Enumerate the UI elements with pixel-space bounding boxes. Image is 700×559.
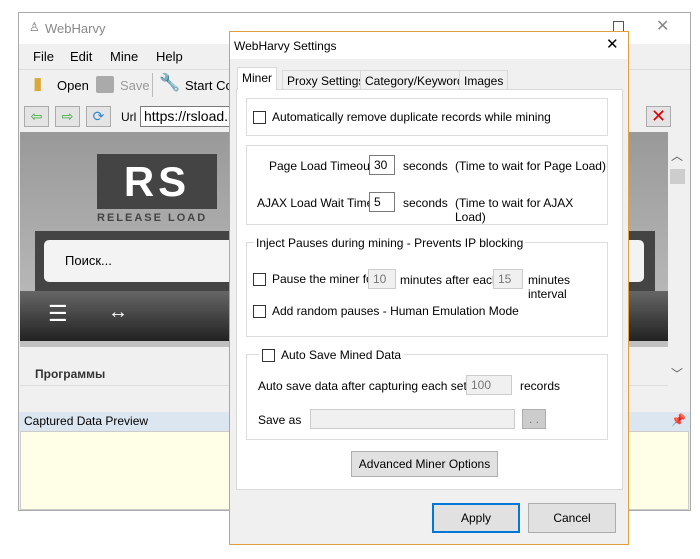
url-label: Url — [121, 110, 137, 124]
url-input[interactable]: https://rsload.n — [140, 106, 240, 127]
save-button[interactable]: Save — [120, 78, 150, 93]
settings-dialog: WebHarvy Settings ✕ Miner Proxy Settings… — [229, 31, 629, 545]
refresh-button[interactable]: ⟳ — [86, 106, 111, 127]
records-label: records — [520, 379, 561, 393]
timeouts-group: Page Load Timeout 30 seconds (Time to wa… — [246, 145, 608, 225]
random-pauses-checkbox[interactable]: Add random pauses - Human Emulation Mode — [253, 304, 519, 319]
autosave-count-label: Auto save data after capturing each set … — [258, 379, 481, 393]
dialog-title-bar: WebHarvy Settings ✕ — [230, 32, 628, 59]
pauses-group-title: Inject Pauses during mining - Prevents I… — [254, 236, 526, 250]
toolbar-separator — [152, 73, 153, 97]
tab-category-keyword[interactable]: Category/Keyword — [360, 70, 469, 90]
seconds-label: seconds — [403, 196, 448, 210]
after-each-label: minutes after each — [400, 273, 499, 287]
apply-button[interactable]: Apply — [432, 503, 520, 533]
ajax-label: AJAX Load Wait Time — [257, 196, 374, 210]
ajax-input[interactable]: 5 — [369, 192, 395, 212]
section-heading[interactable]: Программы — [35, 367, 105, 381]
wrench-icon: 🔧 — [159, 73, 181, 92]
save-as-input[interactable] — [310, 409, 515, 429]
random-pauses-label: Add random pauses - Human Emulation Mode — [272, 304, 519, 318]
scroll-down-icon[interactable]: ﹀ — [671, 365, 683, 382]
start-config-button[interactable]: Start Co — [185, 78, 233, 93]
ajax-hint: (Time to wait for AJAX Load) — [455, 196, 574, 224]
app-icon: ♙ — [29, 20, 40, 34]
folder-icon: ▮ — [33, 74, 43, 93]
tab-miner[interactable]: Miner — [237, 67, 278, 90]
menu-mine[interactable]: Mine — [110, 49, 138, 64]
close-button[interactable]: ✕ — [656, 16, 669, 36]
page-load-label: Page Load Timeout — [269, 159, 374, 173]
stop-button[interactable]: ✕ — [646, 106, 671, 127]
save-as-label: Save as — [258, 413, 302, 427]
site-logo: RS — [97, 154, 217, 209]
window-title: WebHarvy — [45, 21, 106, 36]
scroll-up-icon[interactable]: ︿ — [671, 147, 683, 164]
save-icon — [96, 76, 114, 93]
miner-tab-panel: Automatically remove duplicate records w… — [236, 89, 623, 490]
scroll-thumb[interactable] — [670, 169, 685, 184]
forward-button[interactable]: ⇨ — [55, 106, 80, 127]
menu-file[interactable]: File — [33, 49, 54, 64]
open-button[interactable]: Open — [57, 78, 89, 93]
advanced-miner-options-button[interactable]: Advanced Miner Options — [351, 451, 498, 477]
page-load-input[interactable]: 30 — [369, 155, 395, 175]
dialog-close-button[interactable]: ✕ — [606, 35, 619, 53]
vertical-scrollbar[interactable]: ︿ ﹀ — [668, 143, 687, 409]
cancel-button[interactable]: Cancel — [528, 503, 616, 533]
duplicates-group: Automatically remove duplicate records w… — [246, 98, 608, 136]
hamburger-icon[interactable]: ☰ — [48, 301, 68, 327]
tab-proxy-settings[interactable]: Proxy Settings — [282, 70, 370, 90]
menu-help[interactable]: Help — [156, 49, 183, 64]
back-button[interactable]: ⇦ — [24, 106, 49, 127]
pauses-group: Inject Pauses during mining - Prevents I… — [246, 236, 608, 337]
interval-minutes-input[interactable]: 15 — [493, 269, 523, 289]
pause-miner-label: Pause the miner for — [272, 272, 377, 286]
remove-duplicates-checkbox[interactable]: Automatically remove duplicate records w… — [253, 110, 551, 125]
seconds-label: seconds — [403, 159, 448, 173]
autosave-checkbox[interactable]: Auto Save Mined Data — [259, 348, 405, 363]
autosave-group: Auto Save Mined Data Auto save data afte… — [246, 348, 608, 440]
site-logo-subtitle: RELEASE LOAD — [97, 212, 208, 224]
interval-label: minutes interval — [528, 273, 571, 301]
pause-minutes-input[interactable]: 10 — [368, 269, 396, 289]
page-load-hint: (Time to wait for Page Load) — [455, 159, 606, 173]
pause-miner-checkbox[interactable]: Pause the miner for — [253, 272, 377, 287]
dialog-title: WebHarvy Settings — [234, 39, 337, 53]
autosave-count-input[interactable]: 100 — [466, 375, 512, 395]
menu-edit[interactable]: Edit — [70, 49, 92, 64]
resize-arrows-icon[interactable]: ↔ — [108, 301, 128, 324]
preview-title: Captured Data Preview — [24, 414, 149, 428]
remove-duplicates-label: Automatically remove duplicate records w… — [272, 110, 551, 124]
tab-images[interactable]: Images — [459, 70, 509, 90]
autosave-label: Auto Save Mined Data — [281, 348, 402, 362]
browse-button[interactable]: . . — [522, 409, 546, 429]
pin-icon[interactable]: 📌 — [671, 413, 686, 427]
